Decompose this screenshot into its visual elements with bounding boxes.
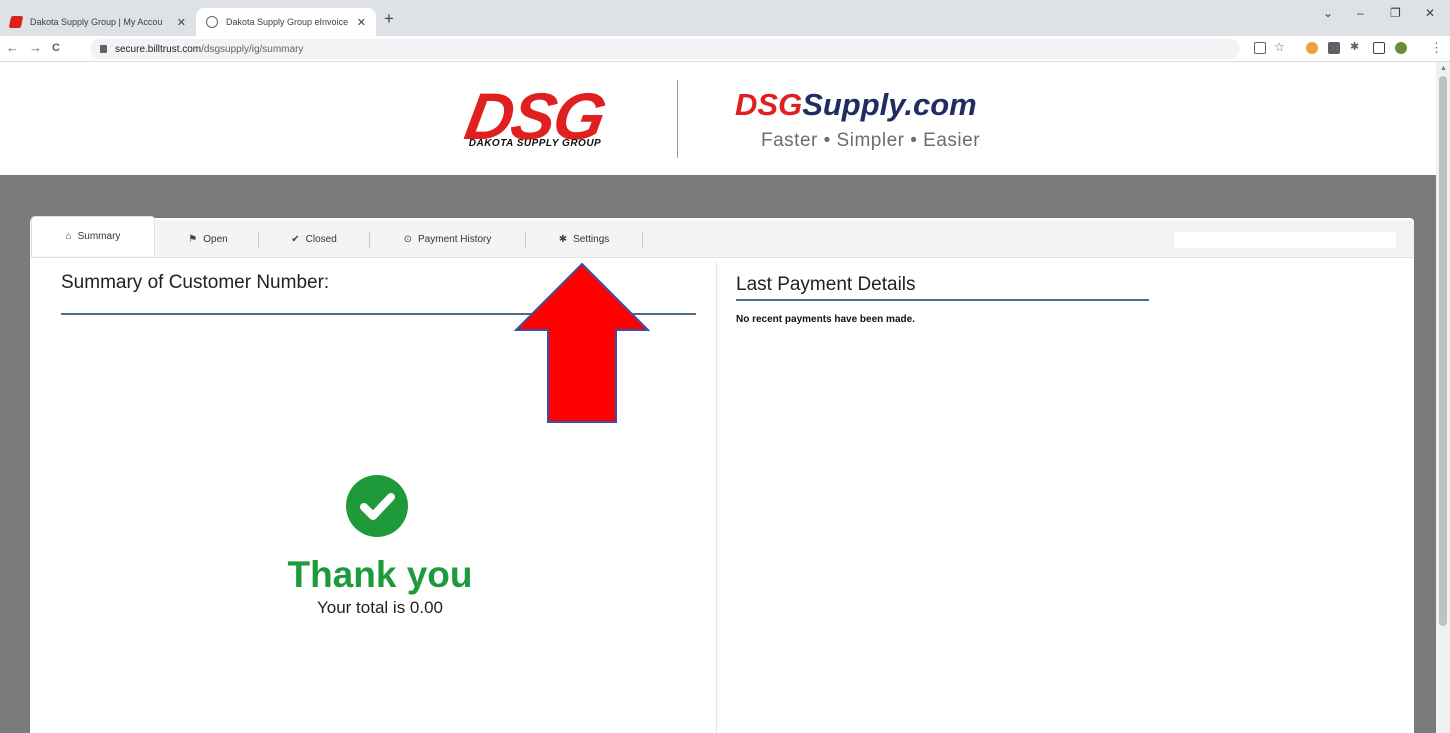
profile-avatar[interactable] [1395,42,1407,54]
browser-tabstrip: Dakota Supply Group | My Accou ✕ Dakota … [0,0,1450,36]
tab-summary[interactable]: ⌂ Summary [31,216,155,256]
side-panel-icon[interactable] [1373,42,1385,54]
tab-bar: ⌂ Summary ⚑ Open ✔ Closed ⊙ Payment Hist… [30,216,1414,258]
bookmark-star-icon[interactable]: ☆ [1274,40,1285,54]
dsg-logo[interactable]: DSG DAKOTA SUPPLY GROUP [440,79,630,156]
lock-icon [100,45,107,53]
column-divider [716,262,717,733]
check-icon: ✔ [291,233,300,245]
dsg-logo-subtitle: DAKOTA SUPPLY GROUP [468,138,602,149]
last-payment-title: Last Payment Details [736,274,916,295]
back-button[interactable]: ← [6,40,19,55]
tab-settings[interactable]: ✱ Settings [526,220,642,258]
new-tab-button[interactable]: + [384,9,394,29]
tab-label: Closed [305,233,337,245]
url-host: secure.billtrust.com [115,43,202,55]
tab-open[interactable]: ⚑ Open [158,220,258,258]
window-close-button[interactable]: ✕ [1425,6,1435,20]
reload-button[interactable]: C [52,42,60,54]
last-payment-message: No recent payments have been made. [736,314,915,325]
tab-payment-history[interactable]: ⊙ Payment History [370,220,525,258]
minimize-button[interactable]: – [1357,6,1364,20]
total-text: Your total is 0.00 [316,598,443,617]
restore-button[interactable]: ❐ [1390,6,1401,20]
dsgsupply-logo-rest: Supply.com [802,87,977,122]
dsg-favicon-icon [8,16,24,28]
scrollbar-thumb[interactable] [1439,76,1447,626]
success-check-icon [346,475,408,537]
extension-puzzle-icon[interactable] [1328,42,1340,54]
dsgsupply-logo[interactable]: DSGSupply.com [735,88,977,122]
page-scrollbar[interactable]: ▲ [1436,62,1450,733]
clock-icon: ⊙ [403,233,413,245]
globe-favicon-icon [206,16,218,28]
tab-label: Open [203,233,228,245]
address-toolbar: ← → C secure.billtrust.com/dsgsupply/ig/… [0,36,1450,62]
scroll-up-arrow-icon[interactable]: ▲ [1440,65,1447,72]
tab-label: Payment History [418,233,492,245]
tagline: Faster • Simpler • Easier [761,130,981,151]
summary-title: Summary of Customer Number: [61,272,330,293]
extension-fox-icon[interactable] [1306,42,1318,54]
gear-icon: ✱ [558,233,568,245]
extensions-icon[interactable]: ✱ [1350,40,1359,53]
invoice-panel: ⌂ Summary ⚑ Open ✔ Closed ⊙ Payment Hist… [30,216,1414,733]
header-divider [677,80,678,158]
annotation-arrow-icon [514,262,650,423]
tab-search-icon[interactable]: ⌄ [1323,6,1333,20]
close-tab-icon[interactable]: ✕ [357,16,366,29]
site-header: DSG DAKOTA SUPPLY GROUP DSGSupply.com Fa… [0,62,1436,175]
tab-label: Settings [573,233,610,245]
share-icon[interactable] [1254,42,1266,54]
close-tab-icon[interactable]: ✕ [177,16,186,29]
thank-you-heading: Thank you [287,554,473,595]
forward-button[interactable]: → [29,40,42,55]
search-input[interactable] [1173,231,1397,249]
dsgsupply-logo-prefix: DSG [735,87,803,122]
browser-menu-icon[interactable]: ⋮ [1430,40,1443,56]
browser-tab-title: Dakota Supply Group eInvoice C [226,17,351,27]
tab-separator [642,232,643,248]
tab-label: Summary [77,231,121,242]
dsg-logo-mark: DSG [459,79,611,153]
tab-closed[interactable]: ✔ Closed [259,220,369,258]
browser-tab-einvoice[interactable]: Dakota Supply Group eInvoice C ✕ [196,8,376,36]
url-path: /dsgsupply/ig/summary [201,43,304,55]
url-bar[interactable]: secure.billtrust.com/dsgsupply/ig/summar… [90,39,1240,59]
browser-tab-title: Dakota Supply Group | My Accou [30,17,163,27]
last-payment-underline [736,299,1149,301]
browser-tab-my-account[interactable]: Dakota Supply Group | My Accou ✕ [0,8,196,36]
flag-icon: ⚑ [188,233,198,245]
home-icon: ⌂ [65,231,72,242]
